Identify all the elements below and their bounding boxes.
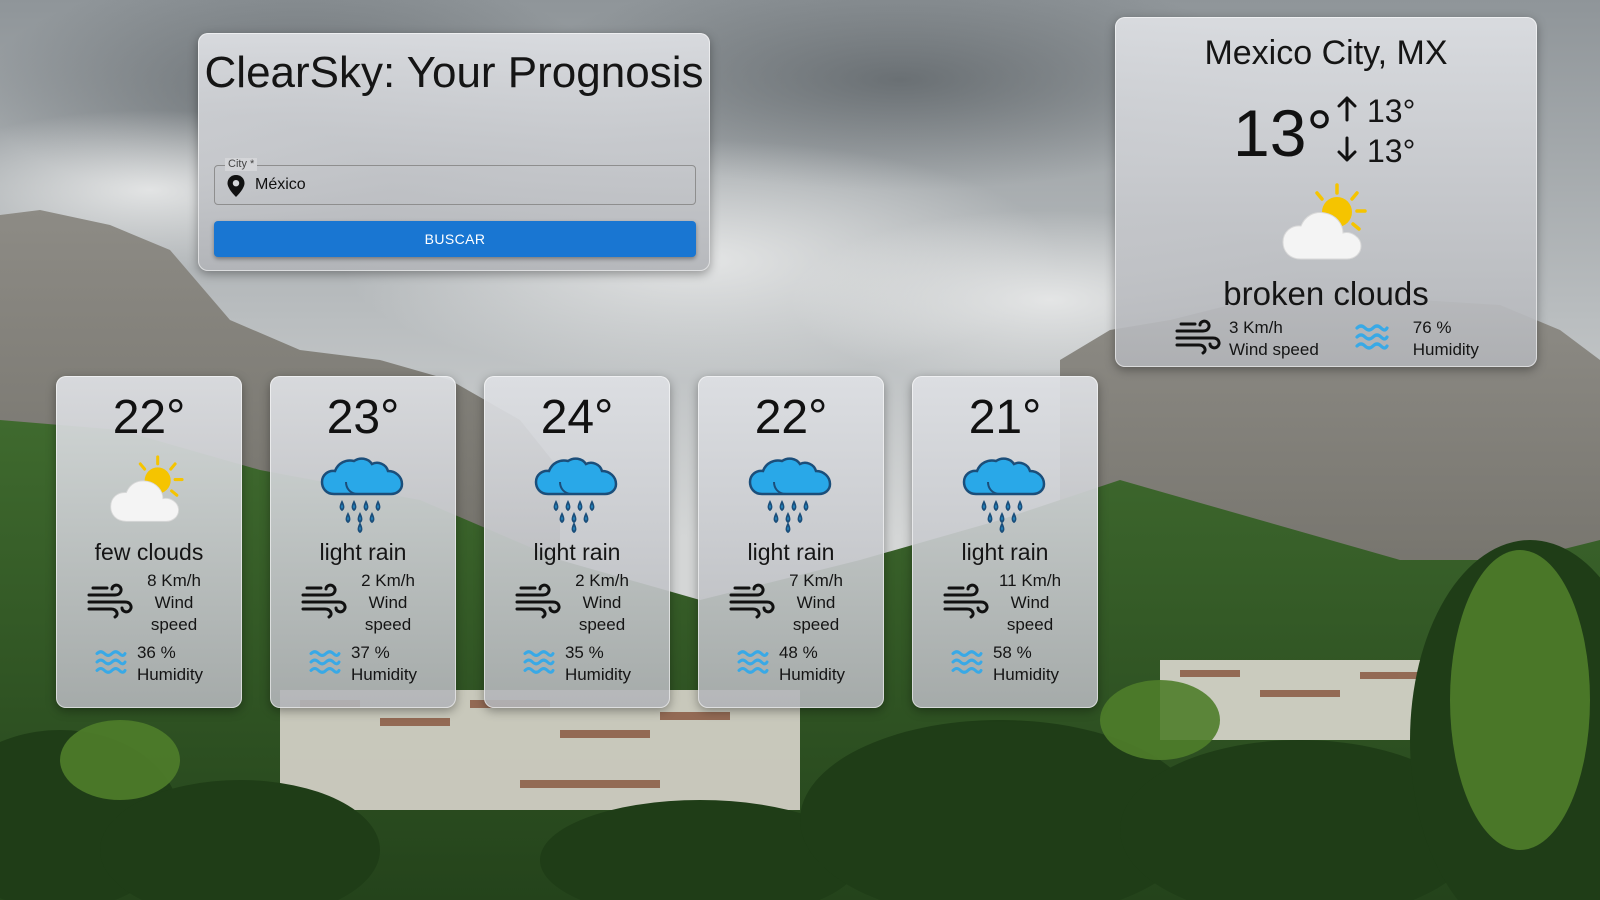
rain-cloud-icon (484, 454, 670, 534)
forecast-humidity: 35 % Humidity (484, 642, 670, 686)
min-max-temperatures: 13° 13° (1337, 91, 1415, 171)
current-weather-description: broken clouds (1223, 275, 1429, 312)
forecast-wind-value: 8 Km/h (147, 571, 201, 590)
current-wind: 3 Km/h Wind speed (1175, 317, 1319, 361)
city-field[interactable]: City * (214, 158, 696, 205)
forecast-card: 21° light rain 11 Km/h Wind speed 58 % Humidi… (912, 376, 1098, 708)
forecast-wind-label: Wind speed (578, 593, 626, 634)
forecast-humidity: 37 % Humidity (270, 642, 456, 686)
forecast-wind-label: Wind speed (1006, 593, 1054, 634)
humidity-water-icon (737, 648, 769, 681)
forecast-humidity-label: Humidity (564, 665, 632, 684)
forecast-description: light rain (961, 539, 1049, 565)
forecast-wind-label: Wind speed (150, 593, 198, 634)
app-title: ClearSky: Your Prognosis (204, 48, 704, 97)
forecast-humidity: 58 % Humidity (912, 642, 1098, 686)
current-humidity-value: 76 % (1412, 318, 1452, 337)
forecast-humidity: 36 % Humidity (56, 642, 242, 686)
wind-icon (87, 583, 133, 624)
rain-cloud-icon (912, 454, 1098, 534)
forecast-card: 24° light rain 2 Km/h Wind speed 35 % Humidit… (484, 376, 670, 708)
max-temperature: 13° (1367, 93, 1416, 129)
current-wind-value: 3 Km/h (1229, 318, 1283, 337)
forecast-wind-value: 2 Km/h (361, 571, 415, 590)
humidity-water-icon (523, 648, 555, 681)
arrow-up-icon (1337, 91, 1367, 131)
forecast-description: light rain (319, 539, 407, 565)
forecast-humidity-label: Humidity (992, 665, 1060, 684)
search-card: ClearSky: Your Prognosis City * BUSCAR (198, 33, 710, 271)
forecast-humidity-label: Humidity (350, 665, 418, 684)
current-city-name: Mexico City, MX (1204, 34, 1448, 72)
forecast-humidity-value: 58 % (992, 643, 1032, 662)
forecast-wind-value: 11 Km/h (998, 571, 1062, 590)
humidity-water-icon (1355, 322, 1389, 357)
wind-icon (515, 583, 561, 624)
forecast-wind: 11 Km/h Wind speed (912, 570, 1098, 636)
wind-icon (1175, 319, 1221, 360)
forecast-wind-label: Wind speed (364, 593, 412, 634)
forecast-humidity: 48 % Humidity (698, 642, 884, 686)
humidity-water-icon (309, 648, 341, 681)
forecast-wind: 2 Km/h Wind speed (270, 570, 456, 636)
forecast-wind: 2 Km/h Wind speed (484, 570, 670, 636)
humidity-water-icon (95, 648, 127, 681)
city-field-label: City * (225, 158, 258, 171)
city-input[interactable] (255, 172, 675, 198)
forecast-humidity-value: 37 % (350, 643, 390, 662)
current-wind-label: Wind speed (1229, 340, 1319, 359)
arrow-down-icon (1337, 131, 1367, 171)
forecast-humidity-value: 35 % (564, 643, 604, 662)
wind-icon (943, 583, 989, 624)
forecast-card: 22° light rain 7 Km/h Wind speed 48 % Humidit… (698, 376, 884, 708)
forecast-humidity-value: 36 % (136, 643, 176, 662)
forecast-card: 23° light rain 2 Km/h Wind speed 37 % Humidit… (270, 376, 456, 708)
search-button[interactable]: BUSCAR (214, 221, 696, 257)
current-humidity-label: Humidity (1412, 340, 1479, 359)
forecast-description: light rain (747, 539, 835, 565)
rain-cloud-icon (698, 454, 884, 534)
current-weather-stats: 3 Km/h Wind speed 76 % Humidity (1175, 317, 1479, 361)
forecast-wind-value: 7 Km/h (789, 571, 843, 590)
forecast-wind-label: Wind speed (792, 593, 840, 634)
forecast-card: 22° few clouds 8 Km/h Wind speed 36 % Humidit… (56, 376, 242, 708)
forecast-temperature: 24° (540, 391, 614, 444)
forecast-humidity-label: Humidity (778, 665, 846, 684)
forecast-description: few clouds (94, 539, 204, 565)
rain-cloud-icon (270, 454, 456, 534)
forecast-humidity-value: 48 % (778, 643, 818, 662)
sun-behind-cloud-icon (1281, 183, 1373, 268)
forecast-temperature: 22° (112, 391, 186, 444)
sun-behind-cloud-icon (56, 454, 242, 534)
wind-icon (729, 583, 775, 624)
current-weather-card: Mexico City, MX 13° 13° 13° broken cloud… (1115, 17, 1537, 367)
humidity-water-icon (951, 648, 983, 681)
wind-icon (301, 583, 347, 624)
current-temperature: 13° (1233, 96, 1333, 170)
min-temperature: 13° (1367, 133, 1416, 169)
forecast-wind: 8 Km/h Wind speed (56, 570, 242, 636)
forecast-description: light rain (533, 539, 621, 565)
forecast-wind-value: 2 Km/h (575, 571, 629, 590)
forecast-temperature: 22° (754, 391, 828, 444)
current-humidity: 76 % Humidity (1355, 317, 1479, 361)
location-pin-icon (227, 175, 245, 202)
forecast-temperature: 23° (326, 391, 400, 444)
forecast-humidity-label: Humidity (136, 665, 204, 684)
forecast-temperature: 21° (968, 391, 1042, 444)
forecast-wind: 7 Km/h Wind speed (698, 570, 884, 636)
